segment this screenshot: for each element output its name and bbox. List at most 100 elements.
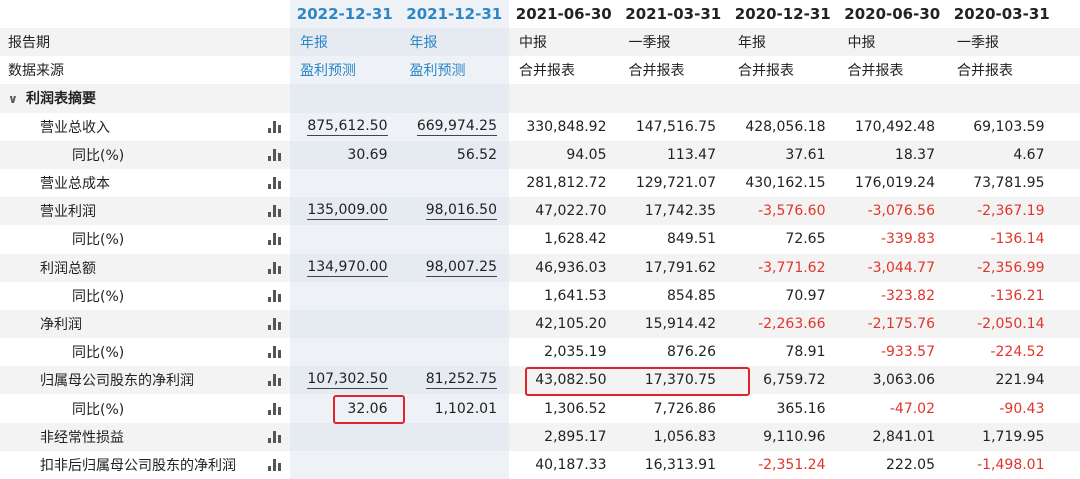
bar-chart-icon[interactable] bbox=[268, 430, 282, 443]
col-header[interactable]: 2020-12-31 bbox=[728, 0, 838, 28]
table-cell: 428,056.18 bbox=[728, 113, 838, 141]
table-cell: 1,719.95 bbox=[947, 423, 1057, 451]
col-header[interactable]: 2021-12-31 bbox=[399, 0, 509, 28]
report-period-value: 中报 bbox=[847, 35, 876, 52]
table-row[interactable]: 同比(%) 2,035.19 876.26 78.91 -933.57 -224.52 bbox=[0, 338, 1080, 367]
table-cell bbox=[399, 168, 509, 198]
cell-value: 147,516.75 bbox=[635, 118, 716, 135]
row-label: 同比(%) bbox=[72, 401, 125, 418]
table-cell bbox=[290, 338, 400, 367]
table-row[interactable]: 同比(%) 30.69 56.52 94.05 113.47 37.61 18.37 4.67 bbox=[0, 140, 1080, 169]
cell-value: 15,914.42 bbox=[644, 315, 716, 332]
table-cell: -933.57 bbox=[838, 338, 948, 366]
bar-chart-icon[interactable] bbox=[268, 148, 282, 161]
row-label: 营业总收入 bbox=[40, 119, 110, 136]
table-row[interactable]: 净利润 42,105.20 15,914.42 -2,263.66 -2,175.76 -… bbox=[0, 309, 1080, 339]
cell-value: 222.05 bbox=[886, 456, 935, 473]
table-body: 营业总收入 875,612.50 669,974.25 330,848.92 147,5… bbox=[0, 112, 1080, 479]
row-label: 非经常性损益 bbox=[40, 429, 124, 446]
report-period-value: 一季报 bbox=[957, 35, 999, 52]
bar-chart-icon[interactable] bbox=[268, 346, 282, 359]
bar-chart-icon[interactable] bbox=[268, 402, 282, 415]
table-row[interactable]: 利润总额 134,970.00 98,007.25 46,936.03 17,791.6… bbox=[0, 253, 1080, 282]
chevron-down-icon[interactable]: ∨ bbox=[8, 92, 22, 106]
table-cell: 46,936.03 bbox=[509, 254, 619, 282]
cell-value: 1,102.01 bbox=[434, 400, 497, 417]
table-cell: -323.82 bbox=[838, 282, 948, 310]
bar-chart-icon[interactable] bbox=[268, 205, 282, 218]
cell-value: 4.67 bbox=[1013, 146, 1045, 163]
cell-value: -3,771.62 bbox=[758, 259, 826, 276]
table-cell bbox=[399, 450, 509, 479]
table-row[interactable]: 同比(%) 1,628.42 849.51 72.65 -339.83 -136.14 bbox=[0, 225, 1080, 254]
cell-value: 47,022.70 bbox=[535, 203, 607, 220]
table-cell: 17,742.35 bbox=[619, 197, 729, 225]
col-header[interactable]: 2021-06-30 bbox=[509, 0, 619, 28]
table-cell: 72.65 bbox=[728, 225, 838, 253]
cell-value: 42,105.20 bbox=[535, 315, 607, 332]
cell-value: 2,841.01 bbox=[872, 428, 935, 445]
table-cell: 7,726.86 bbox=[619, 394, 729, 422]
cell-value: -3,076.56 bbox=[867, 203, 935, 220]
table-cell: -1,498.01 bbox=[947, 451, 1057, 479]
bar-chart-icon[interactable] bbox=[268, 261, 282, 274]
table-row[interactable]: 扣非后归属母公司股东的净利润 40,187.33 16,313.91 -2,351.2… bbox=[0, 450, 1080, 479]
cell-value: -339.83 bbox=[880, 231, 935, 248]
cell-value: 16,313.91 bbox=[644, 456, 716, 473]
table-row[interactable]: 同比(%) 1,641.53 854.85 70.97 -323.82 -136.21 bbox=[0, 281, 1080, 310]
section-row[interactable]: ∨ 利润表摘要 bbox=[0, 84, 1080, 113]
cell-value: -2,263.66 bbox=[758, 315, 826, 332]
table-row[interactable]: 营业总成本 281,812.72 129,721.07 430,162.15 176,0… bbox=[0, 168, 1080, 198]
bar-chart-icon[interactable] bbox=[268, 289, 282, 302]
table-cell: 98,007.25 bbox=[399, 253, 509, 282]
cell-value: 281,812.72 bbox=[526, 175, 607, 192]
data-source-value: 合并报表 bbox=[628, 63, 685, 80]
bar-chart-icon[interactable] bbox=[268, 317, 282, 330]
bar-chart-icon[interactable] bbox=[268, 120, 282, 133]
table-row[interactable]: 非经常性损益 2,895.17 1,056.83 9,110.96 2,841.01 1,… bbox=[0, 422, 1080, 451]
cell-value: 669,974.25 bbox=[416, 117, 497, 136]
row-label: 营业利润 bbox=[40, 204, 96, 221]
report-period-value: 年报 bbox=[290, 28, 400, 57]
cell-value: 134,970.00 bbox=[307, 258, 388, 277]
col-header[interactable]: 2022-12-31 bbox=[290, 0, 400, 28]
highlight-box bbox=[333, 395, 405, 424]
cell-value: 1,306.52 bbox=[544, 400, 607, 417]
table-cell: 4.67 bbox=[947, 141, 1057, 169]
table-cell: 854.85 bbox=[619, 282, 729, 310]
col-header[interactable]: 2020-03-31 bbox=[947, 0, 1057, 28]
table-cell: -2,367.19 bbox=[947, 197, 1057, 225]
bar-chart-icon[interactable] bbox=[268, 177, 282, 190]
cell-value: 1,641.53 bbox=[544, 287, 607, 304]
row-label: 同比(%) bbox=[72, 147, 125, 164]
cell-value: 854.85 bbox=[667, 287, 716, 304]
row-label: 利润总额 bbox=[40, 260, 96, 277]
table-row[interactable]: 同比(%) 32.06 1,102.01 1,306.52 7,726.86 365.16… bbox=[0, 394, 1080, 423]
table-row[interactable]: 营业利润 135,009.00 98,016.50 47,022.70 17,742.3… bbox=[0, 197, 1080, 226]
cell-value: -47.02 bbox=[889, 400, 935, 417]
bar-chart-icon[interactable] bbox=[268, 458, 282, 471]
cell-value: 2,035.19 bbox=[544, 344, 607, 361]
cell-value: -2,175.76 bbox=[867, 315, 935, 332]
table-cell: 107,302.50 bbox=[290, 366, 400, 395]
cell-value: 2,895.17 bbox=[544, 428, 607, 445]
col-header[interactable]: 2021-03-31 bbox=[619, 0, 729, 28]
table-cell: 1,102.01 bbox=[399, 394, 509, 423]
cell-value: 72.65 bbox=[785, 231, 826, 248]
table-cell: 134,970.00 bbox=[290, 253, 400, 282]
cell-value: -2,356.99 bbox=[977, 259, 1045, 276]
report-period-value: 年报 bbox=[399, 28, 509, 57]
bar-chart-icon[interactable] bbox=[268, 374, 282, 387]
bar-chart-icon[interactable] bbox=[268, 233, 282, 246]
table-cell: 37.61 bbox=[728, 141, 838, 169]
table-cell: -47.02 bbox=[838, 394, 948, 422]
cell-value: 430,162.15 bbox=[745, 175, 826, 192]
table-row[interactable]: 营业总收入 875,612.50 669,974.25 330,848.92 147,5… bbox=[0, 112, 1080, 141]
cell-value: 170,492.48 bbox=[854, 118, 935, 135]
table-cell: 2,895.17 bbox=[509, 423, 619, 451]
data-source-value: 盈利预测 bbox=[399, 56, 509, 85]
table-cell bbox=[290, 422, 400, 451]
report-period-value: 中报 bbox=[519, 35, 547, 52]
col-header[interactable]: 2020-06-30 bbox=[838, 0, 948, 28]
table-cell bbox=[290, 450, 400, 479]
